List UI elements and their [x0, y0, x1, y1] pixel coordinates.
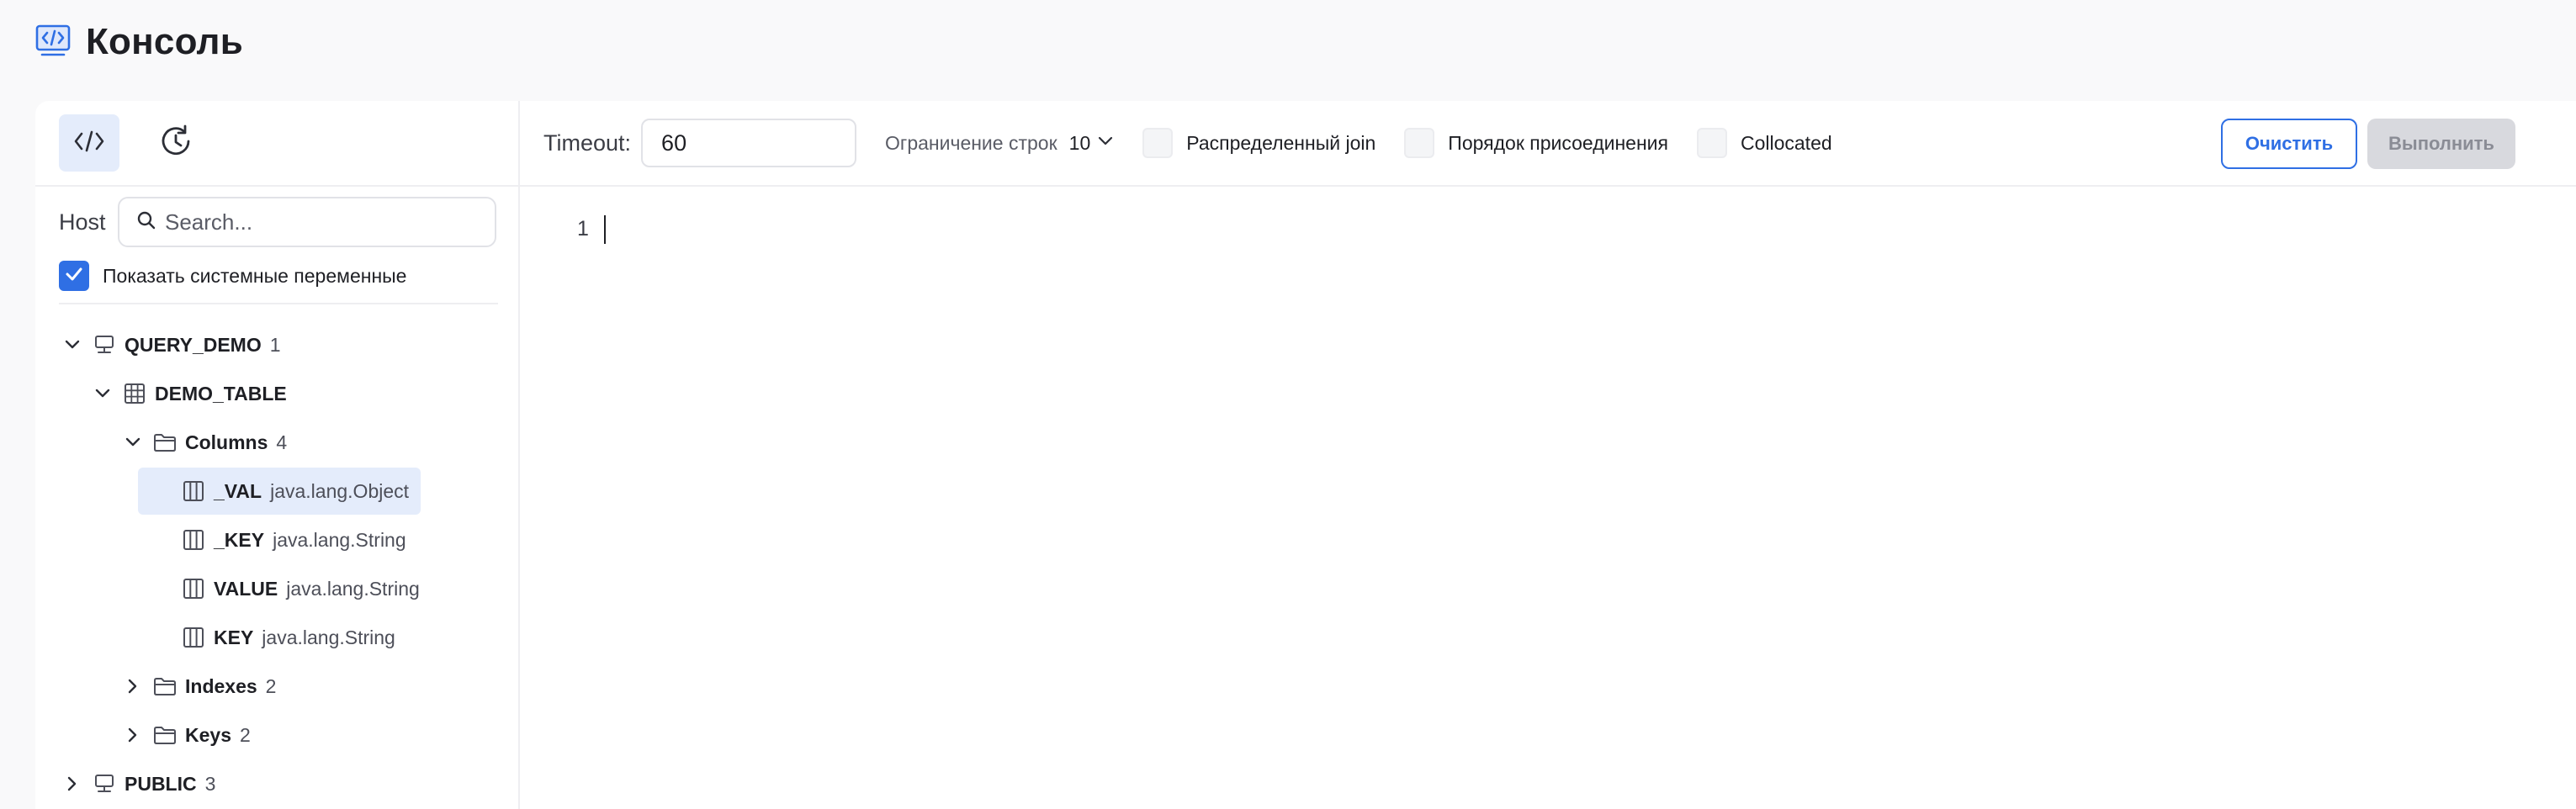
tree-node-name: DEMO_TABLE	[155, 382, 287, 404]
chevron-right-icon[interactable]	[61, 772, 84, 796]
tree-node-public[interactable]: PUBLIC 3	[61, 760, 215, 807]
code-monitor-icon	[35, 24, 71, 61]
tree-node-column-value[interactable]: VALUE java.lang.String	[182, 565, 420, 612]
tree-node-name: _VAL	[214, 479, 262, 502]
column-icon	[182, 626, 205, 649]
tree-node-type: java.lang.String	[262, 626, 395, 648]
folder-icon	[153, 723, 177, 747]
history-mode-button[interactable]	[146, 114, 207, 172]
column-icon	[182, 577, 205, 600]
distributed-join-label: Распределенный join	[1186, 131, 1376, 154]
system-vars-checkbox[interactable]	[59, 261, 89, 291]
schema-icon	[93, 333, 116, 357]
tree-node-count: 2	[239, 723, 251, 746]
tree-node-column-key[interactable]: KEY java.lang.String	[182, 614, 395, 661]
host-label: Host	[59, 209, 106, 235]
history-icon	[158, 123, 195, 164]
search-icon	[136, 210, 156, 235]
tree-node-column-val[interactable]: _VAL java.lang.Object	[138, 468, 421, 515]
tree-node-name: VALUE	[214, 577, 278, 600]
tree-node-type: java.lang.String	[273, 528, 406, 551]
row-limit-value[interactable]: 10	[1069, 132, 1091, 155]
tree-node-keys[interactable]: Keys 2	[121, 711, 251, 759]
schema-icon	[93, 772, 116, 796]
timeout-input[interactable]	[641, 119, 857, 167]
collocated-checkbox[interactable]	[1696, 128, 1727, 158]
console-panel: Host Показать системные пер	[35, 101, 2576, 809]
clear-button[interactable]: Очистить	[2221, 119, 2357, 169]
join-order-label: Порядок присоединения	[1448, 131, 1668, 154]
join-order-option[interactable]: Порядок присоединения	[1404, 128, 1668, 158]
column-icon	[182, 528, 205, 552]
page-title: Консоль	[86, 21, 243, 62]
chevron-down-icon[interactable]	[1097, 135, 1114, 151]
code-icon	[73, 130, 105, 157]
chevron-right-icon[interactable]	[121, 723, 145, 747]
tree-node-count: 2	[265, 674, 277, 697]
system-vars-toggle[interactable]: Показать системные переменные	[59, 259, 406, 293]
schema-sidebar: Host Показать системные пер	[35, 101, 520, 809]
collocated-label: Collocated	[1740, 131, 1832, 154]
collocated-option[interactable]: Collocated	[1696, 128, 1832, 158]
tree-node-count: 3	[204, 772, 216, 795]
run-button[interactable]: Выполнить	[2367, 119, 2515, 169]
system-vars-label: Показать системные переменные	[103, 264, 407, 287]
tree-node-column-key-internal[interactable]: _KEY java.lang.String	[182, 516, 406, 563]
chevron-down-icon[interactable]	[91, 382, 114, 405]
tree-node-name: Columns	[185, 431, 268, 453]
column-icon	[182, 479, 205, 503]
tree-node-name: PUBLIC	[125, 772, 197, 795]
join-order-checkbox[interactable]	[1404, 128, 1435, 158]
distributed-join-checkbox[interactable]	[1142, 128, 1174, 158]
text-cursor[interactable]	[604, 215, 606, 244]
tree-node-query-demo[interactable]: QUERY_DEMO 1	[61, 321, 281, 368]
tree-node-type: java.lang.Object	[270, 479, 410, 502]
tree-node-columns[interactable]: Columns 4	[121, 419, 287, 466]
tree-node-indexes[interactable]: Indexes 2	[121, 663, 276, 710]
code-mode-button[interactable]	[59, 114, 119, 172]
chevron-right-icon[interactable]	[121, 674, 145, 698]
timeout-label: Timeout:	[543, 130, 632, 156]
tree-node-name: _KEY	[214, 528, 265, 551]
tree-node-name: Indexes	[185, 674, 257, 697]
row-limit-select[interactable]: Ограничение строк 10	[885, 132, 1114, 155]
tree-node-type: java.lang.String	[286, 577, 420, 600]
query-toolbar: Timeout: Ограничение строк 10 Распределе…	[520, 101, 2576, 187]
checkmark-icon	[65, 267, 83, 286]
chevron-down-icon[interactable]	[61, 333, 84, 357]
page-header: Консоль	[35, 19, 243, 66]
sidebar-divider	[59, 303, 498, 304]
table-icon	[123, 382, 146, 405]
host-search-input[interactable]	[165, 209, 495, 235]
tree-node-name: Keys	[185, 723, 231, 746]
host-search-box[interactable]	[118, 197, 496, 247]
editor-area: Timeout: Ограничение строк 10 Распределе…	[520, 101, 2576, 809]
distributed-join-option[interactable]: Распределенный join	[1142, 128, 1375, 158]
tree-node-demo-table[interactable]: DEMO_TABLE	[91, 370, 287, 417]
folder-icon	[153, 431, 177, 454]
row-limit-label: Ограничение строк	[885, 131, 1057, 154]
tree-node-count: 4	[276, 431, 288, 453]
tree-node-count: 1	[269, 333, 281, 356]
host-filter: Host	[59, 197, 496, 247]
tree-node-name: KEY	[214, 626, 254, 648]
folder-icon	[153, 674, 177, 698]
chevron-down-icon[interactable]	[121, 431, 145, 454]
sidebar-toolbar	[35, 101, 518, 187]
line-number: 1	[577, 217, 589, 241]
tree-node-name: QUERY_DEMO	[125, 333, 262, 356]
